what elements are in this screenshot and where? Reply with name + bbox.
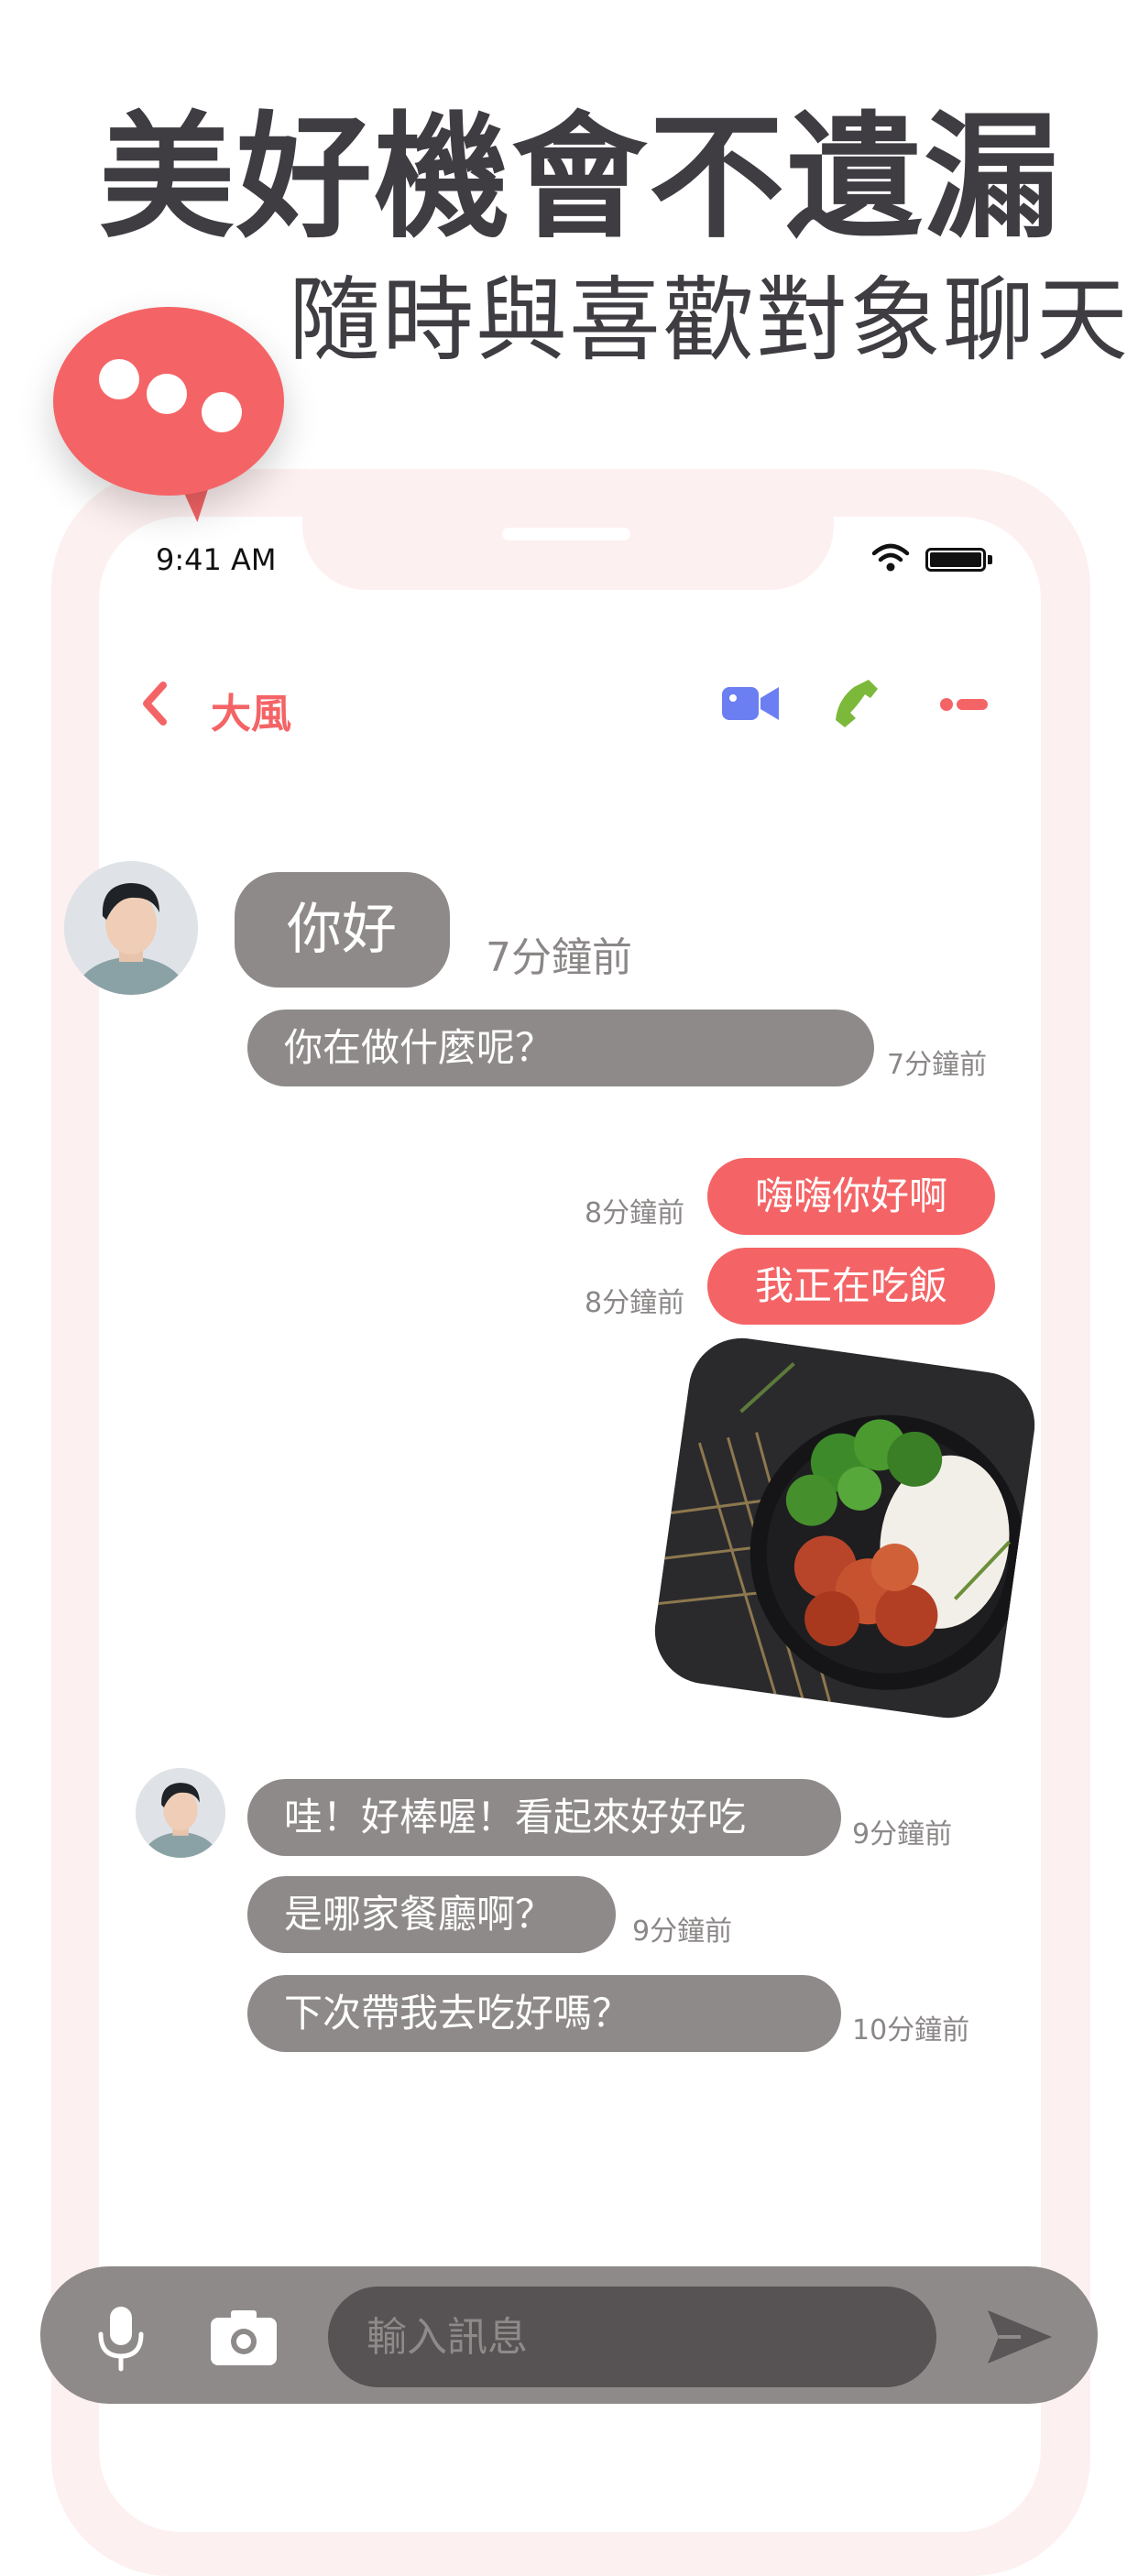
message-timestamp: 10分鐘前 (852, 2014, 970, 2047)
phone-icon[interactable] (832, 678, 881, 729)
message-text: 你好 (287, 898, 397, 962)
message-text: 下次帶我去吃好嗎？ (284, 1991, 631, 2036)
message-timestamp: 8分鐘前 (585, 1197, 685, 1229)
outgoing-message-bubble[interactable]: 嗨嗨你好啊 (707, 1158, 995, 1235)
contact-avatar[interactable] (64, 861, 198, 995)
message-text: 我正在吃飯 (754, 1263, 947, 1308)
phone-speaker (502, 528, 630, 540)
more-icon[interactable] (938, 696, 990, 713)
camera-icon[interactable] (209, 2307, 279, 2367)
video-camera-icon[interactable] (722, 683, 779, 724)
message-timestamp: 9分鐘前 (852, 1818, 953, 1850)
message-text: 哇！好棒喔！看起來好好吃 (284, 1795, 747, 1839)
send-icon[interactable] (984, 2307, 1054, 2367)
contact-avatar[interactable] (136, 1768, 225, 1858)
message-text: 嗨嗨你好啊 (754, 1173, 947, 1218)
message-timestamp: 9分鐘前 (632, 1916, 733, 1948)
outgoing-message-bubble[interactable]: 我正在吃飯 (707, 1248, 995, 1325)
food-photo[interactable] (648, 1331, 1042, 1725)
microphone-icon[interactable] (92, 2305, 150, 2373)
incoming-message-bubble[interactable]: 哇！好棒喔！看起來好好吃 (247, 1779, 841, 1856)
phone-notch (302, 495, 834, 590)
message-timestamp: 7分鐘前 (887, 1049, 988, 1081)
battery-tip (988, 555, 992, 564)
incoming-message-bubble[interactable]: 你好 (235, 872, 450, 988)
message-text: 是哪家餐廳啊？ (284, 1892, 554, 1937)
promo-subline: 隨時與喜歡對象聊天 (289, 267, 1130, 374)
wifi-icon (871, 543, 910, 572)
message-input[interactable] (328, 2287, 936, 2387)
promo-headline: 美好機會不遺漏 (99, 99, 1061, 257)
battery-icon (925, 548, 986, 572)
message-timestamp: 8分鐘前 (585, 1287, 685, 1319)
back-chevron-icon[interactable] (136, 676, 172, 731)
contact-name[interactable]: 大風 (211, 681, 291, 739)
incoming-message-bubble[interactable]: 你在做什麼呢？ (247, 1010, 874, 1086)
status-time: 9:41 AM (156, 542, 277, 577)
incoming-message-bubble[interactable]: 是哪家餐廳啊？ (247, 1876, 616, 1953)
message-text: 你在做什麼呢？ (284, 1025, 554, 1070)
message-timestamp: 7分鐘前 (486, 934, 632, 981)
incoming-message-bubble[interactable]: 下次帶我去吃好嗎？ (247, 1975, 841, 2052)
